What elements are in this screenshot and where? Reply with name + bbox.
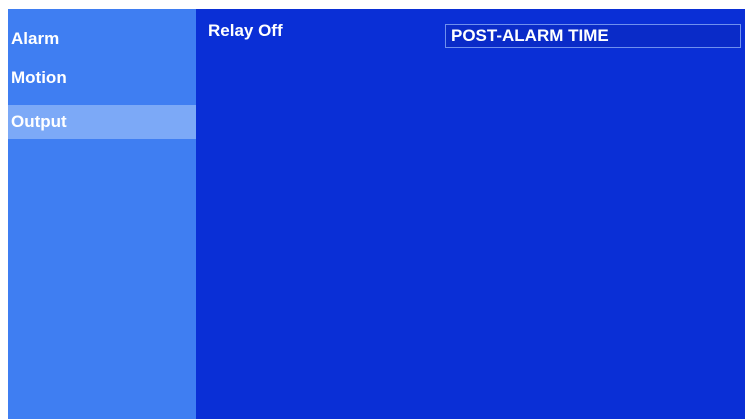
settings-screen: Alarm Motion Output Relay Off POST-ALARM… <box>8 9 745 419</box>
sidebar-item-motion[interactable]: Motion <box>8 61 196 95</box>
sidebar-menu: Alarm Motion Output <box>8 9 196 419</box>
relay-off-value-field[interactable]: POST-ALARM TIME <box>445 24 741 48</box>
sidebar-item-output[interactable]: Output <box>8 105 196 139</box>
sidebar-item-alarm[interactable]: Alarm <box>8 22 196 56</box>
settings-panel: Relay Off POST-ALARM TIME <box>196 9 745 419</box>
relay-off-label: Relay Off <box>208 21 283 40</box>
